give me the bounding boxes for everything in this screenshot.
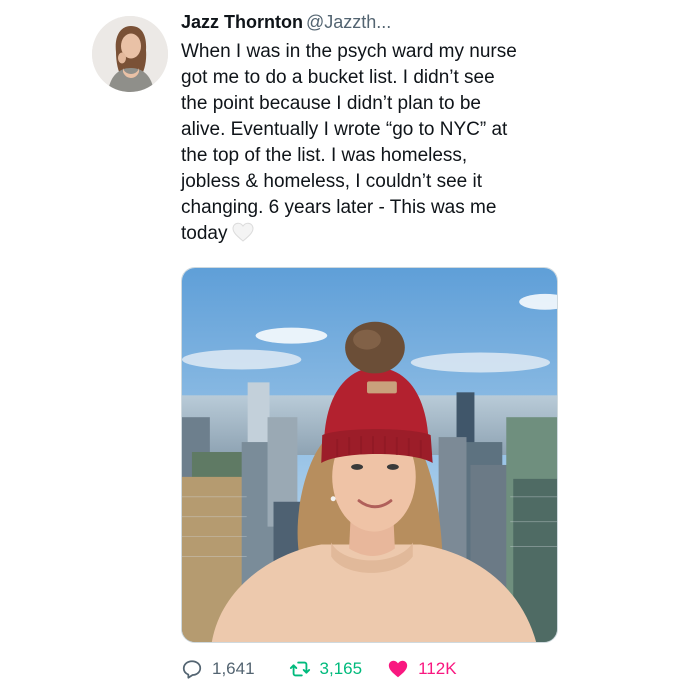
reply-count: 1,641 — [212, 659, 255, 678]
retweet-button[interactable]: 3,165 — [289, 656, 363, 682]
display-name[interactable]: Jazz Thornton — [181, 12, 303, 32]
like-button[interactable]: 112K — [387, 656, 457, 682]
tweet-actions: 1,641 3,165 112K — [181, 656, 457, 682]
speech-bubble-icon — [181, 658, 203, 680]
retweet-count: 3,165 — [319, 659, 363, 678]
reply-button[interactable]: 1,641 — [181, 656, 255, 682]
tweet-text-line-last: today — [181, 221, 566, 247]
tweet-text-line: alive. Eventually I wrote “go to NYC” at — [181, 119, 508, 140]
tweet-text-line: When I was in the psych ward my nurse — [181, 41, 517, 62]
filled-heart-icon — [387, 658, 409, 680]
selfie-photo — [182, 268, 557, 642]
like-count: 112K — [418, 659, 457, 678]
tweet-photo[interactable] — [181, 267, 558, 643]
white-heart-emoji — [232, 222, 254, 242]
tweet-text-line: the top of the list. I was homeless, — [181, 145, 468, 166]
user-handle[interactable]: @Jazzth... — [306, 12, 391, 32]
avatar[interactable] — [92, 16, 168, 92]
tweet-text-line: the point because I didn’t plan to be — [181, 93, 482, 114]
retweet-arrows-icon — [289, 658, 311, 680]
tweet-text-line: jobless & homeless, I couldn’t see it — [181, 171, 482, 192]
tweet-text-line: got me to do a bucket list. I didn’t see — [181, 67, 495, 88]
tweet-header: Jazz Thornton @Jazzth... — [181, 12, 391, 36]
tweet-text-line: changing. 6 years later - This was me — [181, 197, 497, 218]
avatar-image — [92, 16, 168, 92]
tweet-text-line: today — [181, 223, 228, 244]
tweet-text: When I was in the psych ward my nurse go… — [181, 39, 566, 247]
